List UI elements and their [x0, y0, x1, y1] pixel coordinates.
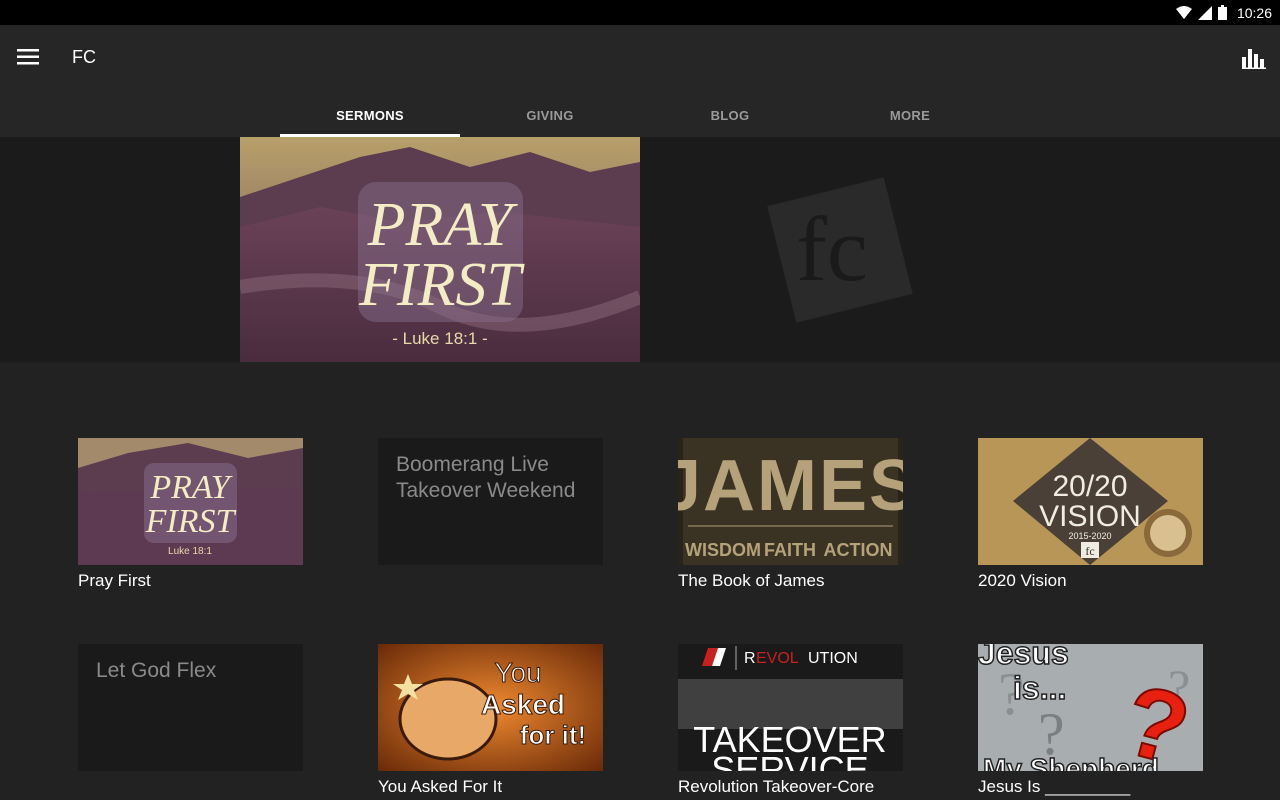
sermon-thumbnail: ? ? ? ? Jesus is... My Shepherd — [978, 644, 1203, 771]
wifi-icon — [1175, 5, 1192, 19]
svg-text:R: R — [744, 650, 756, 667]
app-bar: FC SERMONS GIVING BLOG MORE — [0, 25, 1280, 137]
svg-text:JAMES: JAMES — [678, 446, 903, 526]
tab-giving[interactable]: GIVING — [460, 93, 640, 137]
svg-text:2015-2020: 2015-2020 — [1068, 531, 1111, 541]
hero-banner: PRAY FIRST - Luke 18:1 - fc — [0, 137, 1280, 362]
sermon-title: 2020 Vision — [978, 571, 1067, 590]
svg-text:PRAY: PRAY — [149, 469, 232, 506]
sermon-title: The Book of James — [678, 571, 825, 590]
fc-logo-watermark: fc — [767, 177, 913, 323]
svg-text:SERVICE: SERVICE — [711, 749, 868, 771]
sermon-card[interactable]: ? ? ? ? Jesus is... My Shepherd Jesus Is… — [978, 644, 1203, 797]
sermon-grid: PRAY FIRST Luke 18:1 Pray First Boomeran… — [0, 362, 1280, 800]
placeholder-title: Boomerang Live Takeover Weekend — [396, 453, 576, 502]
placeholder-title: Let God Flex — [96, 659, 217, 682]
cell-signal-icon — [1197, 5, 1212, 20]
sermon-title: Jesus Is _________ — [978, 777, 1131, 796]
stats-button[interactable] — [1238, 43, 1270, 75]
fc-logo-text: fc — [796, 198, 867, 300]
svg-text:ACTION: ACTION — [824, 540, 893, 560]
svg-text:My Shepherd: My Shepherd — [983, 753, 1159, 771]
sermon-thumbnail-placeholder: Let God Flex — [78, 644, 303, 771]
menu-button[interactable] — [12, 41, 44, 73]
sermon-card[interactable]: PRAY FIRST Luke 18:1 Pray First — [78, 438, 303, 591]
svg-text:VISION: VISION — [1039, 500, 1141, 533]
svg-text:EVOL: EVOL — [756, 650, 799, 667]
sermon-thumbnail: EVOL R UTION TAKEOVER SERVICE — [678, 644, 903, 771]
sermon-title: Pray First — [78, 571, 151, 590]
sermon-title: Revolution Takeover-Core — [678, 777, 875, 796]
svg-text:FAITH: FAITH — [764, 540, 816, 560]
svg-text:FIRST: FIRST — [145, 503, 237, 540]
sermon-thumbnail: You Asked for it! — [378, 644, 603, 771]
svg-text:WISDOM: WISDOM — [685, 540, 761, 560]
status-bar: 10:26 — [0, 0, 1280, 25]
svg-text:You: You — [494, 657, 541, 688]
svg-text:Jesus: Jesus — [978, 644, 1069, 671]
sermon-card[interactable]: You Asked for it! You Asked For It — [378, 644, 603, 797]
sermon-card[interactable]: Let God Flex — [78, 644, 303, 777]
svg-text:fc: fc — [1085, 544, 1094, 558]
tab-blog[interactable]: BLOG — [640, 93, 820, 137]
hamburger-menu-icon — [17, 49, 39, 65]
svg-text:Asked: Asked — [481, 689, 565, 720]
sermon-card[interactable]: EVOL R UTION TAKEOVER SERVICE Revolution… — [678, 644, 903, 797]
sermon-thumbnail: 20/20 VISION 2015-2020 fc — [978, 438, 1203, 565]
sermon-card[interactable]: JAMES WISDOM FAITH ACTION The Book of Ja… — [678, 438, 903, 591]
svg-text:for it!: for it! — [520, 720, 586, 750]
app-title: FC — [72, 47, 96, 67]
battery-icon — [1217, 5, 1227, 20]
tab-bar: SERMONS GIVING BLOG MORE — [280, 93, 1000, 137]
svg-text:is...: is... — [1013, 670, 1066, 706]
tab-more[interactable]: MORE — [820, 93, 1000, 137]
svg-text:Luke 18:1: Luke 18:1 — [168, 546, 212, 557]
status-time: 10:26 — [1236, 4, 1272, 21]
sermon-thumbnail-placeholder: Boomerang Live Takeover Weekend — [378, 438, 603, 565]
sermon-thumbnail: PRAY FIRST Luke 18:1 — [78, 438, 303, 565]
svg-text:UTION: UTION — [808, 650, 858, 667]
hero-featured-image[interactable]: PRAY FIRST - Luke 18:1 - — [240, 137, 640, 362]
tab-sermons[interactable]: SERMONS — [280, 93, 460, 137]
pray-first-hero-artwork: PRAY FIRST - Luke 18:1 - — [240, 137, 640, 362]
sermon-title: You Asked For It — [378, 777, 503, 796]
svg-text:20/20: 20/20 — [1052, 470, 1127, 503]
sermon-card[interactable]: 20/20 VISION 2015-2020 fc 2020 Vision — [978, 438, 1203, 591]
hero-title-line1: PRAY — [367, 191, 518, 259]
hero-title-line2: FIRST — [358, 251, 525, 319]
sermon-thumbnail: JAMES WISDOM FAITH ACTION — [678, 438, 903, 565]
hero-reference: - Luke 18:1 - — [392, 329, 487, 348]
bar-chart-icon — [1242, 49, 1266, 69]
sermon-card[interactable]: Boomerang Live Takeover Weekend — [378, 438, 603, 571]
status-icons: 10:26 — [1175, 0, 1272, 25]
